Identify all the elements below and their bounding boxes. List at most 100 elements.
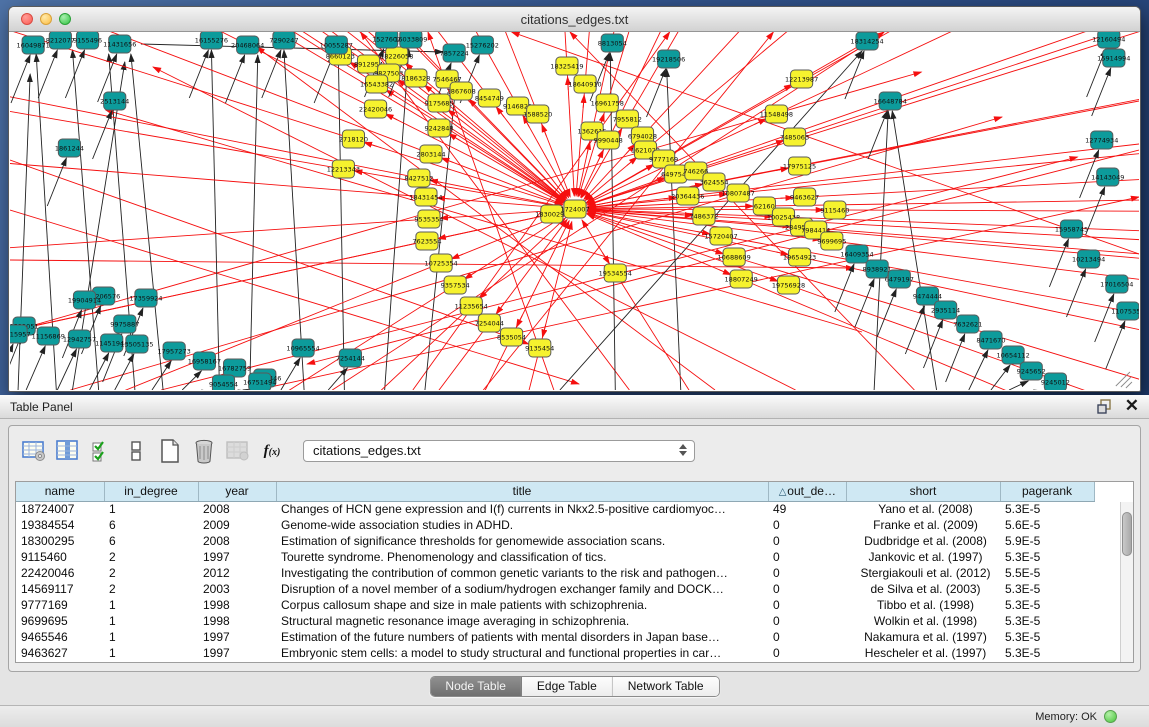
graph-node-label: 12213343 (327, 166, 360, 174)
table-cell: 9465546 (16, 629, 104, 645)
network-window[interactable]: citations_edges.txt 18300295866012389129… (8, 6, 1141, 392)
column-header[interactable]: pagerank (1000, 482, 1094, 501)
column-header[interactable]: name (16, 482, 104, 501)
table-row[interactable]: 2242004622012Investigating the contribut… (16, 565, 1094, 581)
table-cell: Changes of HCN gene expression and I(f) … (276, 501, 768, 517)
network-canvas[interactable]: 1830029586601238912954182260589827503165… (10, 32, 1139, 390)
table-row[interactable]: 946362711997Embryonic stem cells: a mode… (16, 645, 1094, 661)
column-header[interactable]: in_degree (104, 482, 198, 501)
graph-node-label: 7623554 (412, 238, 441, 246)
graph-node-label: 11075353 (1111, 308, 1139, 316)
graph-node-label: 15958745 (1055, 226, 1088, 234)
table-cell: 0 (768, 597, 846, 613)
table-header-row[interactable]: namein_degreeyeartitle△ out_de…shortpage… (16, 482, 1094, 501)
graph-node-label: 9474444 (913, 293, 942, 301)
graph-node-label: 8471670 (976, 337, 1005, 345)
table-cell: 5.3E-5 (1000, 613, 1094, 629)
minimize-window-icon[interactable] (40, 13, 52, 25)
table-cell: 9463627 (16, 645, 104, 661)
table-cell: 2012 (198, 565, 276, 581)
graph-node-label: 8186328 (401, 75, 430, 83)
column-chooser-icon[interactable] (51, 435, 85, 467)
table-cell: 5.3E-5 (1000, 629, 1094, 645)
graph-node-label: 8938921 (863, 266, 892, 274)
graph-node-label: 2513144 (100, 98, 129, 106)
graph-node-label: 15914994 (1097, 55, 1130, 63)
table-cell: de Silva et al. (2003) (846, 581, 1000, 597)
graph-node-label: 22420046 (359, 106, 392, 114)
tab-node-table[interactable]: Node Table (430, 677, 522, 696)
graph-node-label: 8454749 (475, 95, 504, 103)
table-row[interactable]: 1938455462009Genome-wide association stu… (16, 517, 1094, 533)
table-toolbar: f(x) citations_edges.txt (17, 433, 695, 469)
table-cell: 1 (104, 613, 198, 629)
graph-node-label: 2803144 (416, 151, 445, 159)
graph-node-label: 19756928 (772, 282, 805, 290)
close-window-icon[interactable] (21, 13, 33, 25)
graph-node-label: 19534554 (599, 270, 632, 278)
graph-node-label: 12774934 (1085, 137, 1118, 145)
table-cell: 2 (104, 549, 198, 565)
graph-node-label: 13505135 (120, 341, 153, 349)
table-settings-icon[interactable] (17, 435, 51, 467)
delete-table-icon[interactable] (187, 435, 221, 467)
close-panel-icon[interactable]: ✕ (1125, 398, 1139, 414)
table-row[interactable]: 1456911722003Disruption of a novel membe… (16, 581, 1094, 597)
table-row[interactable]: 977716911998Corpus callosum shape and si… (16, 597, 1094, 613)
graph-node-label: 1588520 (523, 111, 552, 119)
table-row[interactable]: 969969511998Structural magnetic resonanc… (16, 613, 1094, 629)
graph-node-label: 19218506 (652, 56, 685, 64)
table-row[interactable]: 946554611997Estimation of the future num… (16, 629, 1094, 645)
table-cell: Dudbridge et al. (2008) (846, 533, 1000, 549)
graph-node-label: 20364436 (671, 193, 704, 201)
table-cell: 2009 (198, 517, 276, 533)
graph-node-label: 10654112 (996, 352, 1029, 360)
column-header[interactable]: △ out_de… (768, 482, 846, 501)
table-cell: 1997 (198, 549, 276, 565)
function-builder-icon[interactable]: f(x) (255, 435, 289, 467)
network-table-combobox[interactable]: citations_edges.txt (303, 440, 695, 462)
graph-node-label: 3915957 (10, 331, 31, 339)
graph-node-label: 10807487 (722, 190, 755, 198)
table-cell: 5.9E-5 (1000, 533, 1094, 549)
table-cell: 9115460 (16, 549, 104, 565)
network-graph[interactable]: 1830029586601238912954182260589827503165… (10, 32, 1139, 390)
tab-network-table[interactable]: Network Table (613, 677, 719, 696)
scrollbar-thumb[interactable] (1122, 512, 1132, 556)
column-header[interactable]: title (276, 482, 768, 501)
table-cell: 2008 (198, 533, 276, 549)
network-window-titlebar[interactable]: citations_edges.txt (9, 7, 1140, 32)
table-vertical-scrollbar[interactable] (1120, 502, 1133, 662)
column-header[interactable]: year (198, 482, 276, 501)
tab-edge-table[interactable]: Edge Table (522, 677, 613, 696)
table-cell: 0 (768, 517, 846, 533)
memory-ok-icon[interactable] (1104, 710, 1117, 723)
table-cell: Stergiakouli et al. (2012) (846, 565, 1000, 581)
new-table-icon[interactable] (153, 435, 187, 467)
node-table[interactable]: namein_degreeyeartitle△ out_de…shortpage… (15, 481, 1134, 663)
table-cell: 2 (104, 581, 198, 597)
table-cell: Tibbo et al. (1998) (846, 597, 1000, 613)
graph-node-label: 8813054 (598, 40, 627, 48)
table-row[interactable]: 911546021997Tourette syndrome. Phenomeno… (16, 549, 1094, 565)
select-checkboxes-icon[interactable] (85, 435, 119, 467)
table-cell: 1 (104, 501, 198, 517)
table-row[interactable]: 1872400712008Changes of HCN gene express… (16, 501, 1094, 517)
graph-node-label: 17359924 (129, 295, 162, 303)
table-cell: 18300295 (16, 533, 104, 549)
graph-node-label: 16033809 (394, 36, 427, 44)
combobox-stepper-icon[interactable] (679, 444, 687, 456)
clear-selection-icon[interactable] (119, 435, 153, 467)
table-cell: 5.3E-5 (1000, 549, 1094, 565)
float-panel-icon[interactable] (1097, 399, 1113, 414)
graph-node-label: 7485063 (780, 134, 809, 142)
table-cell: 0 (768, 645, 846, 661)
graph-node-label: 2718120 (339, 136, 368, 144)
table-row[interactable]: 1830029562008Estimation of significance … (16, 533, 1094, 549)
zoom-window-icon[interactable] (59, 13, 71, 25)
table-cell: 49 (768, 501, 846, 517)
table-panel-titlebar[interactable]: Table Panel ✕ (0, 395, 1149, 419)
table-cell: 0 (768, 533, 846, 549)
column-header[interactable]: short (846, 482, 1000, 501)
node-table-grid[interactable]: namein_degreeyeartitle△ out_de…shortpage… (16, 482, 1095, 661)
